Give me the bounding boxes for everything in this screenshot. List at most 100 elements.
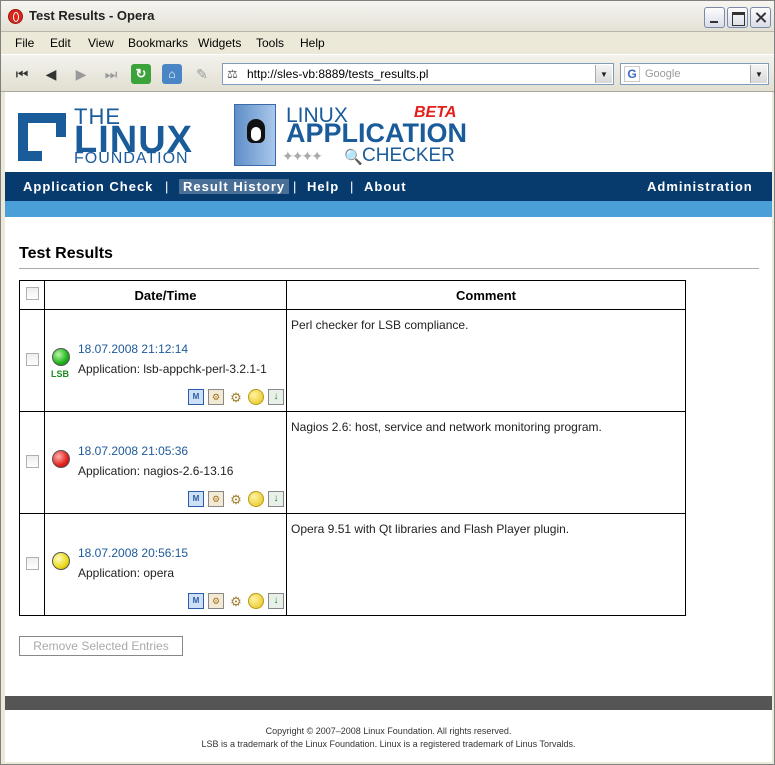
- menu-tools[interactable]: Tools: [256, 36, 284, 50]
- trademark-text: LSB is a trademark of the Linux Foundati…: [201, 739, 576, 749]
- report-icon[interactable]: M: [188, 389, 204, 405]
- report-icon[interactable]: M: [188, 593, 204, 609]
- status-green-icon: [52, 348, 70, 366]
- log-file-icon[interactable]: ⚙: [208, 593, 224, 609]
- browser-window: Test Results - Opera File Edit View Book…: [0, 0, 775, 765]
- row-select-cell: [19, 411, 45, 514]
- result-date-link[interactable]: 18.07.2008 20:56:15: [78, 546, 188, 560]
- application-name: Application: opera: [78, 566, 175, 580]
- certify-icon[interactable]: [248, 389, 264, 405]
- comment-cell: Perl checker for LSB compliance.: [286, 309, 686, 412]
- select-all-checkbox[interactable]: [25, 287, 39, 300]
- nav-separator: |: [350, 179, 354, 194]
- nav-sub-bar: [5, 201, 772, 217]
- reload-icon[interactable]: ↻: [131, 64, 151, 84]
- forward-icon[interactable]: ▶: [71, 64, 91, 84]
- datetime-cell: 18.07.2008 20:56:15 Application: opera M…: [44, 513, 287, 616]
- row-action-icons: M ⚙ ⚙ ↓: [188, 491, 284, 507]
- home-icon[interactable]: ⌂: [162, 64, 182, 84]
- rewind-icon[interactable]: ⏮: [12, 64, 32, 84]
- report-icon[interactable]: M: [188, 491, 204, 507]
- row-action-icons: M ⚙ ⚙ ↓: [188, 593, 284, 609]
- table-row: LSB 18.07.2008 21:12:14 Application: lsb…: [19, 309, 686, 412]
- lf-logo-mark: [18, 113, 66, 161]
- nav-administration[interactable]: Administration: [647, 179, 753, 194]
- address-dropdown-icon[interactable]: ▼: [595, 65, 612, 83]
- nav-result-history[interactable]: Result History: [179, 179, 290, 194]
- search-dropdown-icon[interactable]: ▼: [750, 65, 767, 83]
- fast-forward-icon[interactable]: ⏭: [101, 64, 121, 84]
- table-row: 18.07.2008 21:05:36 Application: nagios-…: [19, 411, 686, 514]
- menu-help[interactable]: Help: [300, 36, 325, 50]
- datetime-cell: LSB 18.07.2008 21:12:14 Application: lsb…: [44, 309, 287, 412]
- log-file-icon[interactable]: ⚙: [208, 389, 224, 405]
- main-nav: Application Check | Result History | Hel…: [5, 172, 772, 201]
- minimize-button[interactable]: [704, 7, 725, 28]
- certify-icon[interactable]: [248, 491, 264, 507]
- status-yellow-icon: [52, 552, 70, 570]
- header-comment: Comment: [286, 280, 686, 310]
- copyright-text: Copyright © 2007–2008 Linux Foundation. …: [265, 726, 512, 736]
- table-row: 18.07.2008 20:56:15 Application: opera M…: [19, 513, 686, 616]
- result-date-link[interactable]: 18.07.2008 21:05:36: [78, 444, 188, 458]
- row-checkbox[interactable]: [25, 352, 39, 366]
- lsb-certified-badge: LSB: [51, 369, 69, 379]
- app-checker-logo[interactable]: LINUX APPLICATION ✦✦✦✦ 🔍 CHECKER BETA: [234, 104, 467, 170]
- magnifier-icon: 🔍: [344, 149, 363, 166]
- nav-separator: |: [165, 179, 169, 194]
- row-action-icons: M ⚙ ⚙ ↓: [188, 389, 284, 405]
- maximize-button[interactable]: [727, 7, 748, 28]
- lf-logo-foundation: FOUNDATION: [74, 150, 189, 167]
- rerun-gears-icon[interactable]: ⚙: [228, 389, 244, 405]
- window-title: Test Results - Opera: [29, 8, 155, 23]
- nav-application-check[interactable]: Application Check: [23, 179, 153, 194]
- search-placeholder: Google: [645, 68, 681, 80]
- page-title: Test Results: [19, 245, 113, 262]
- row-select-cell: [19, 513, 45, 616]
- navigation-toolbar: ⏮ ◀ ▶ ⏭ ↻ ⌂ ✎ ⚖ http://sles-vb:8889/test…: [1, 54, 774, 92]
- datetime-cell: 18.07.2008 21:05:36 Application: nagios-…: [44, 411, 287, 514]
- log-file-icon[interactable]: ⚙: [208, 491, 224, 507]
- header-datetime: Date/Time: [44, 280, 287, 310]
- menu-bookmarks[interactable]: Bookmarks: [128, 36, 188, 50]
- certify-icon[interactable]: [248, 593, 264, 609]
- site-icon: ⚖: [227, 67, 238, 81]
- tux-icon: [247, 119, 265, 143]
- menu-view[interactable]: View: [88, 36, 114, 50]
- row-checkbox[interactable]: [25, 556, 39, 570]
- comment-cell: Opera 9.51 with Qt libraries and Flash P…: [286, 513, 686, 616]
- menu-edit[interactable]: Edit: [50, 36, 71, 50]
- puzzle-pieces-icon: ✦✦✦✦: [282, 148, 323, 164]
- download-icon[interactable]: ↓: [268, 593, 284, 609]
- title-bar: Test Results - Opera: [1, 1, 774, 32]
- google-icon[interactable]: G: [624, 66, 640, 82]
- table-header-row: Date/Time Comment: [19, 280, 686, 310]
- box-art-icon: [234, 104, 276, 166]
- download-icon[interactable]: ↓: [268, 491, 284, 507]
- row-select-cell: [19, 309, 45, 412]
- nav-help[interactable]: Help: [307, 179, 339, 194]
- status-red-icon: [52, 450, 70, 468]
- nav-separator: |: [293, 179, 297, 194]
- menu-widgets[interactable]: Widgets: [198, 36, 241, 50]
- nav-about[interactable]: About: [364, 179, 407, 194]
- rerun-gears-icon[interactable]: ⚙: [228, 593, 244, 609]
- back-icon[interactable]: ◀: [41, 64, 61, 84]
- results-table: Date/Time Comment LSB 18.07.2008 21:12:1…: [19, 280, 686, 616]
- menu-bar: File Edit View Bookmarks Widgets Tools H…: [1, 32, 774, 54]
- close-button[interactable]: [750, 7, 771, 28]
- application-name: Application: lsb-appchk-perl-3.2.1-1: [78, 362, 267, 376]
- select-all-cell: [19, 280, 45, 310]
- address-url[interactable]: http://sles-vb:8889/tests_results.pl: [247, 67, 428, 81]
- address-bar[interactable]: ⚖ http://sles-vb:8889/tests_results.pl ▼: [222, 63, 614, 85]
- row-checkbox[interactable]: [25, 454, 39, 468]
- result-date-link[interactable]: 18.07.2008 21:12:14: [78, 342, 188, 356]
- download-icon[interactable]: ↓: [268, 389, 284, 405]
- footer-bar: [5, 696, 772, 710]
- search-box[interactable]: G Google ▼: [620, 63, 769, 85]
- menu-file[interactable]: File: [15, 36, 34, 50]
- edit-pen-icon[interactable]: ✎: [192, 64, 212, 84]
- remove-selected-button[interactable]: Remove Selected Entries: [19, 636, 183, 656]
- rerun-gears-icon[interactable]: ⚙: [228, 491, 244, 507]
- comment-cell: Nagios 2.6: host, service and network mo…: [286, 411, 686, 514]
